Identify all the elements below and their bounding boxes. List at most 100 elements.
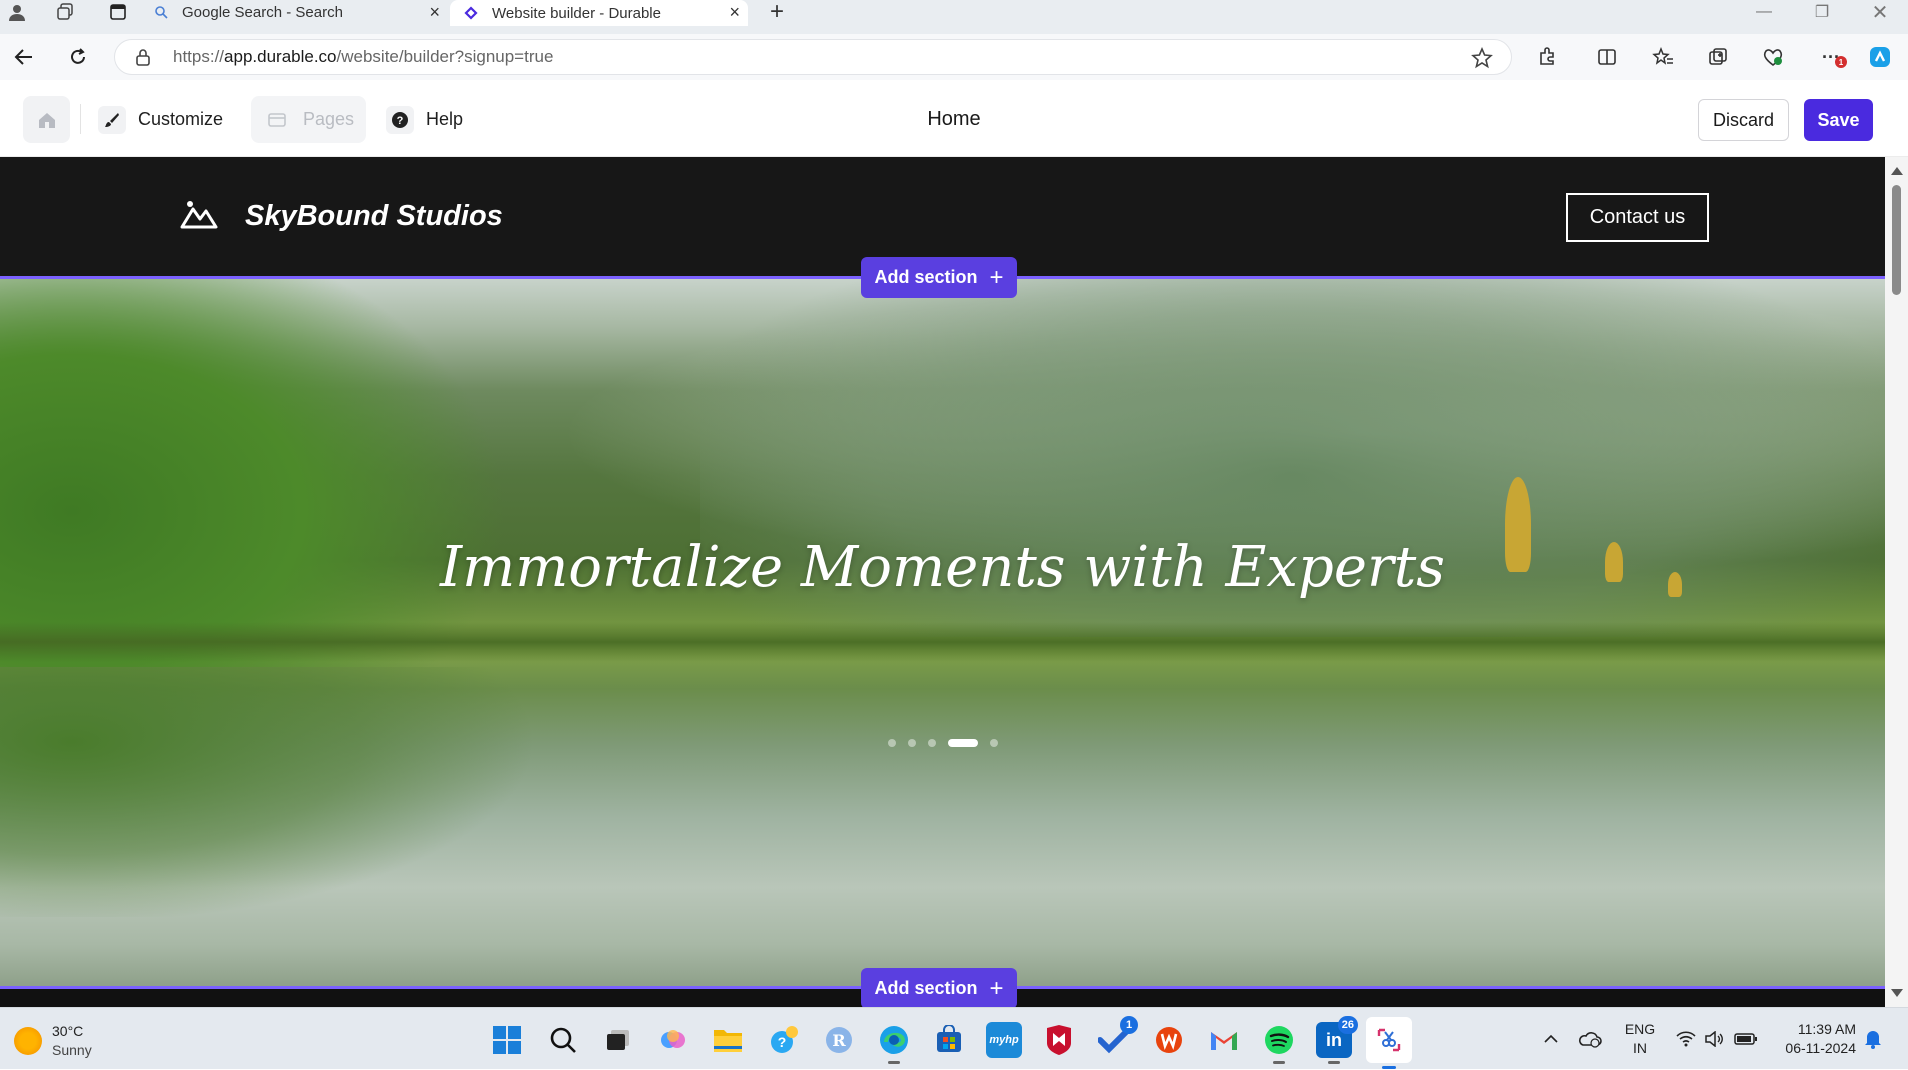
add-section-button[interactable]: Add section +: [861, 257, 1017, 298]
close-tab-icon[interactable]: ×: [729, 2, 740, 23]
tab-actions-icon[interactable]: [101, 0, 135, 24]
language-indicator[interactable]: ENG IN: [1622, 1020, 1658, 1058]
start-menu-icon[interactable]: [489, 1022, 525, 1058]
copilot-icon[interactable]: [1864, 42, 1896, 72]
builder-toolbar: Customize Pages ? Help Home Discard Save: [0, 80, 1908, 157]
notification-badge: 1: [1835, 56, 1847, 68]
get-help-icon[interactable]: ?: [766, 1022, 802, 1058]
svg-text:?: ?: [397, 115, 404, 127]
back-icon[interactable]: [8, 42, 40, 72]
minimize-icon[interactable]: —: [1736, 0, 1792, 24]
search-icon: [152, 3, 170, 21]
weather-widget[interactable]: 30°C Sunny: [14, 1022, 92, 1060]
collections-icon[interactable]: [1702, 42, 1734, 72]
carousel-dot[interactable]: [927, 739, 936, 747]
browser-tab-bar: Google Search - Search × Website builder…: [0, 0, 1908, 34]
url-text[interactable]: https://app.durable.co/website/builder?s…: [173, 47, 553, 67]
brand-name[interactable]: SkyBound Studios: [245, 200, 503, 233]
wifi-icon[interactable]: [1676, 1008, 1696, 1070]
battery-icon[interactable]: [1734, 1008, 1758, 1070]
microsoft-store-icon[interactable]: [931, 1022, 967, 1058]
split-screen-icon[interactable]: [1591, 42, 1623, 72]
system-clock[interactable]: 11:39 AM 06-11-2024: [1772, 1020, 1856, 1058]
snipping-tool-icon[interactable]: [1366, 1017, 1412, 1069]
website-preview-canvas[interactable]: SkyBound Studios Contact us Immortalize …: [0, 157, 1885, 1007]
browser-essentials-icon[interactable]: [1757, 42, 1789, 72]
notification-badge: 1: [1120, 1016, 1138, 1034]
windows-taskbar: 30°C Sunny ? R myhp 1 in 26 ENG IN 11:39…: [0, 1007, 1908, 1069]
clock-time: 11:39 AM: [1797, 1021, 1856, 1037]
linkedin-icon[interactable]: in 26: [1316, 1016, 1358, 1064]
copilot-app-icon[interactable]: [655, 1022, 691, 1058]
task-view-icon[interactable]: [600, 1022, 636, 1058]
tab-website-builder[interactable]: Website builder - Durable ×: [450, 0, 748, 26]
page-scrollbar[interactable]: [1885, 157, 1908, 1007]
favorites-icon[interactable]: [1647, 42, 1679, 72]
tab-google-search[interactable]: Google Search - Search ×: [152, 0, 448, 24]
weather-temperature: 30°C: [52, 1023, 84, 1039]
carousel-indicators: [0, 739, 1885, 747]
hero-title[interactable]: Immortalize Moments with Experts: [0, 532, 1885, 604]
close-tab-icon[interactable]: ×: [429, 2, 440, 23]
address-bar[interactable]: https://app.durable.co/website/builder?s…: [114, 39, 1512, 75]
carousel-dot[interactable]: [887, 739, 896, 747]
carousel-dot[interactable]: [989, 739, 998, 747]
running-indicator: [1328, 1061, 1340, 1064]
weather-condition: Sunny: [52, 1042, 92, 1058]
carousel-dot-active[interactable]: [947, 739, 978, 747]
r-app-icon[interactable]: R: [821, 1022, 857, 1058]
favorite-star-icon[interactable]: [1471, 46, 1493, 74]
discard-button[interactable]: Discard: [1698, 99, 1789, 141]
home-icon: [38, 112, 55, 128]
contact-us-button[interactable]: Contact us: [1566, 193, 1709, 242]
clock-date: 06-11-2024: [1785, 1040, 1856, 1056]
onedrive-icon[interactable]: [1578, 1008, 1602, 1070]
scroll-up-icon[interactable]: [1891, 167, 1903, 175]
file-explorer-icon[interactable]: [710, 1022, 746, 1058]
pages-icon: [263, 106, 291, 134]
mcafee-icon[interactable]: [1041, 1022, 1077, 1058]
carousel-dot[interactable]: [907, 739, 916, 747]
new-tab-icon[interactable]: +: [760, 0, 794, 25]
show-hidden-icons[interactable]: [1543, 1008, 1559, 1070]
pages-button[interactable]: Pages: [251, 96, 367, 143]
help-button[interactable]: ? Help: [386, 96, 463, 143]
home-button[interactable]: [23, 96, 70, 143]
hero-background: [0, 667, 720, 917]
hero-section[interactable]: Immortalize Moments with Experts: [0, 277, 1885, 987]
add-section-label: Add section: [874, 978, 978, 998]
volume-icon[interactable]: [1704, 1008, 1724, 1070]
close-window-icon[interactable]: ✕: [1852, 0, 1908, 24]
svg-text:R: R: [832, 1031, 846, 1050]
mountain-logo-icon: [180, 199, 218, 234]
pages-label: Pages: [303, 109, 355, 129]
brush-icon: [98, 105, 126, 134]
hero-background: [0, 277, 720, 667]
myhp-icon[interactable]: myhp: [986, 1022, 1022, 1058]
edge-browser-icon[interactable]: [876, 1022, 912, 1064]
lock-icon[interactable]: [135, 48, 155, 66]
extensions-icon[interactable]: [1531, 42, 1563, 72]
office-icon[interactable]: [1151, 1022, 1187, 1058]
settings-more-icon[interactable]: ··· 1: [1815, 42, 1847, 72]
search-icon[interactable]: [545, 1022, 581, 1058]
profile-icon[interactable]: [0, 0, 34, 24]
gmail-icon[interactable]: [1206, 1022, 1242, 1058]
help-icon: ?: [386, 105, 414, 134]
save-button[interactable]: Save: [1804, 99, 1873, 141]
customize-button[interactable]: Customize: [98, 96, 223, 143]
add-section-button[interactable]: Add section +: [861, 968, 1017, 1007]
scroll-down-icon[interactable]: [1891, 989, 1903, 997]
help-label: Help: [426, 109, 464, 129]
refresh-icon[interactable]: [62, 42, 94, 72]
todo-icon[interactable]: 1: [1096, 1016, 1138, 1058]
hero-background: [0, 622, 1885, 662]
scrollbar-thumb[interactable]: [1892, 185, 1901, 295]
browser-toolbar: https://app.durable.co/website/builder?s…: [0, 34, 1908, 80]
workspaces-icon[interactable]: [48, 0, 82, 24]
running-indicator: [1273, 1061, 1285, 1064]
spotify-icon[interactable]: [1261, 1022, 1297, 1064]
notifications-bell-icon[interactable]: [1864, 1008, 1882, 1070]
sun-icon: [14, 1027, 42, 1055]
restore-icon[interactable]: ❐: [1794, 0, 1850, 24]
